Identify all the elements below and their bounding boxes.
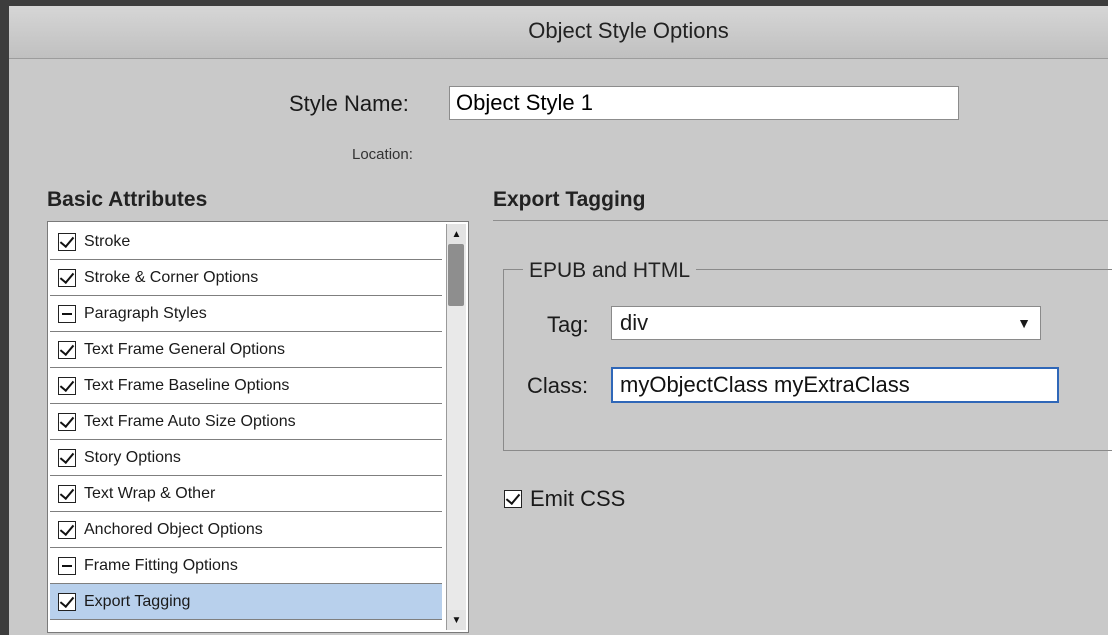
attribute-label: Text Frame General Options <box>84 340 285 358</box>
scroll-thumb[interactable] <box>448 244 464 306</box>
attribute-label: Stroke <box>84 232 131 250</box>
attribute-label: Text Frame Auto Size Options <box>84 412 296 430</box>
scroll-down-arrow-icon[interactable]: ▼ <box>447 610 466 630</box>
attribute-label: Export Tagging <box>84 592 191 610</box>
emit-css-label: Emit CSS <box>530 486 626 511</box>
list-item[interactable]: Text Frame General Options <box>50 332 442 368</box>
list-item[interactable]: Text Frame Baseline Options <box>50 368 442 404</box>
attribute-checkbox[interactable] <box>58 340 76 359</box>
attribute-checkbox[interactable] <box>58 304 76 323</box>
tag-label: Tag: <box>547 312 589 337</box>
list-item[interactable]: Export Tagging <box>50 584 442 620</box>
location-label: Location: <box>352 146 413 163</box>
tag-dropdown-value: div <box>620 310 649 335</box>
list-item[interactable]: Text Wrap & Other <box>50 476 442 512</box>
list-item[interactable]: Story Options <box>50 440 442 476</box>
basic-attributes-items: Stroke Stroke & Corner Options Paragraph S… <box>50 224 442 620</box>
style-name-label: Style Name: <box>289 91 409 116</box>
dropdown-arrow-icon[interactable]: ▼ <box>1008 307 1040 339</box>
scroll-up-arrow-icon[interactable]: ▲ <box>447 224 466 244</box>
emit-css-option[interactable]: Emit CSS <box>504 486 625 512</box>
object-style-options-dialog: Object Style Options Style Name: Locatio… <box>0 0 1112 635</box>
attribute-label: Text Wrap & Other <box>84 484 216 502</box>
attribute-label: Frame Fitting Options <box>84 556 238 574</box>
attribute-checkbox[interactable] <box>58 556 76 575</box>
section-divider <box>493 220 1108 221</box>
attribute-checkbox[interactable] <box>58 412 76 431</box>
list-scrollbar[interactable]: ▲ ▼ <box>446 224 466 630</box>
attribute-checkbox[interactable] <box>58 484 76 503</box>
attribute-label: Stroke & Corner Options <box>84 268 259 286</box>
attribute-checkbox[interactable] <box>58 268 76 287</box>
window-title: Object Style Options <box>528 18 729 43</box>
attribute-label: Anchored Object Options <box>84 520 263 538</box>
attribute-checkbox[interactable] <box>58 592 76 611</box>
tag-dropdown[interactable]: div ▼ <box>611 306 1041 340</box>
class-label: Class: <box>527 373 589 398</box>
list-item[interactable]: Frame Fitting Options <box>50 548 442 584</box>
list-item[interactable]: Stroke & Corner Options <box>50 260 442 296</box>
style-name-input[interactable] <box>449 86 959 120</box>
attribute-checkbox[interactable] <box>58 232 76 251</box>
attribute-checkbox[interactable] <box>58 376 76 395</box>
basic-attributes-heading: Basic Attributes <box>47 188 208 211</box>
basic-attributes-list[interactable]: Stroke Stroke & Corner Options Paragraph S… <box>47 221 469 633</box>
attribute-label: Paragraph Styles <box>84 304 207 322</box>
title-bar[interactable]: Object Style Options <box>9 6 1108 59</box>
epub-html-group <box>503 269 1112 451</box>
attribute-checkbox[interactable] <box>58 448 76 467</box>
list-item[interactable]: Stroke <box>50 224 442 260</box>
attribute-label: Text Frame Baseline Options <box>84 376 290 394</box>
emit-css-checkbox[interactable] <box>504 490 522 508</box>
list-item[interactable]: Paragraph Styles <box>50 296 442 332</box>
attribute-label: Story Options <box>84 448 181 466</box>
class-input[interactable] <box>611 367 1059 403</box>
list-item[interactable]: Anchored Object Options <box>50 512 442 548</box>
list-item[interactable]: Text Frame Auto Size Options <box>50 404 442 440</box>
epub-html-group-title: EPUB and HTML <box>523 259 697 283</box>
attribute-checkbox[interactable] <box>58 520 76 539</box>
export-tagging-heading: Export Tagging <box>493 188 646 211</box>
